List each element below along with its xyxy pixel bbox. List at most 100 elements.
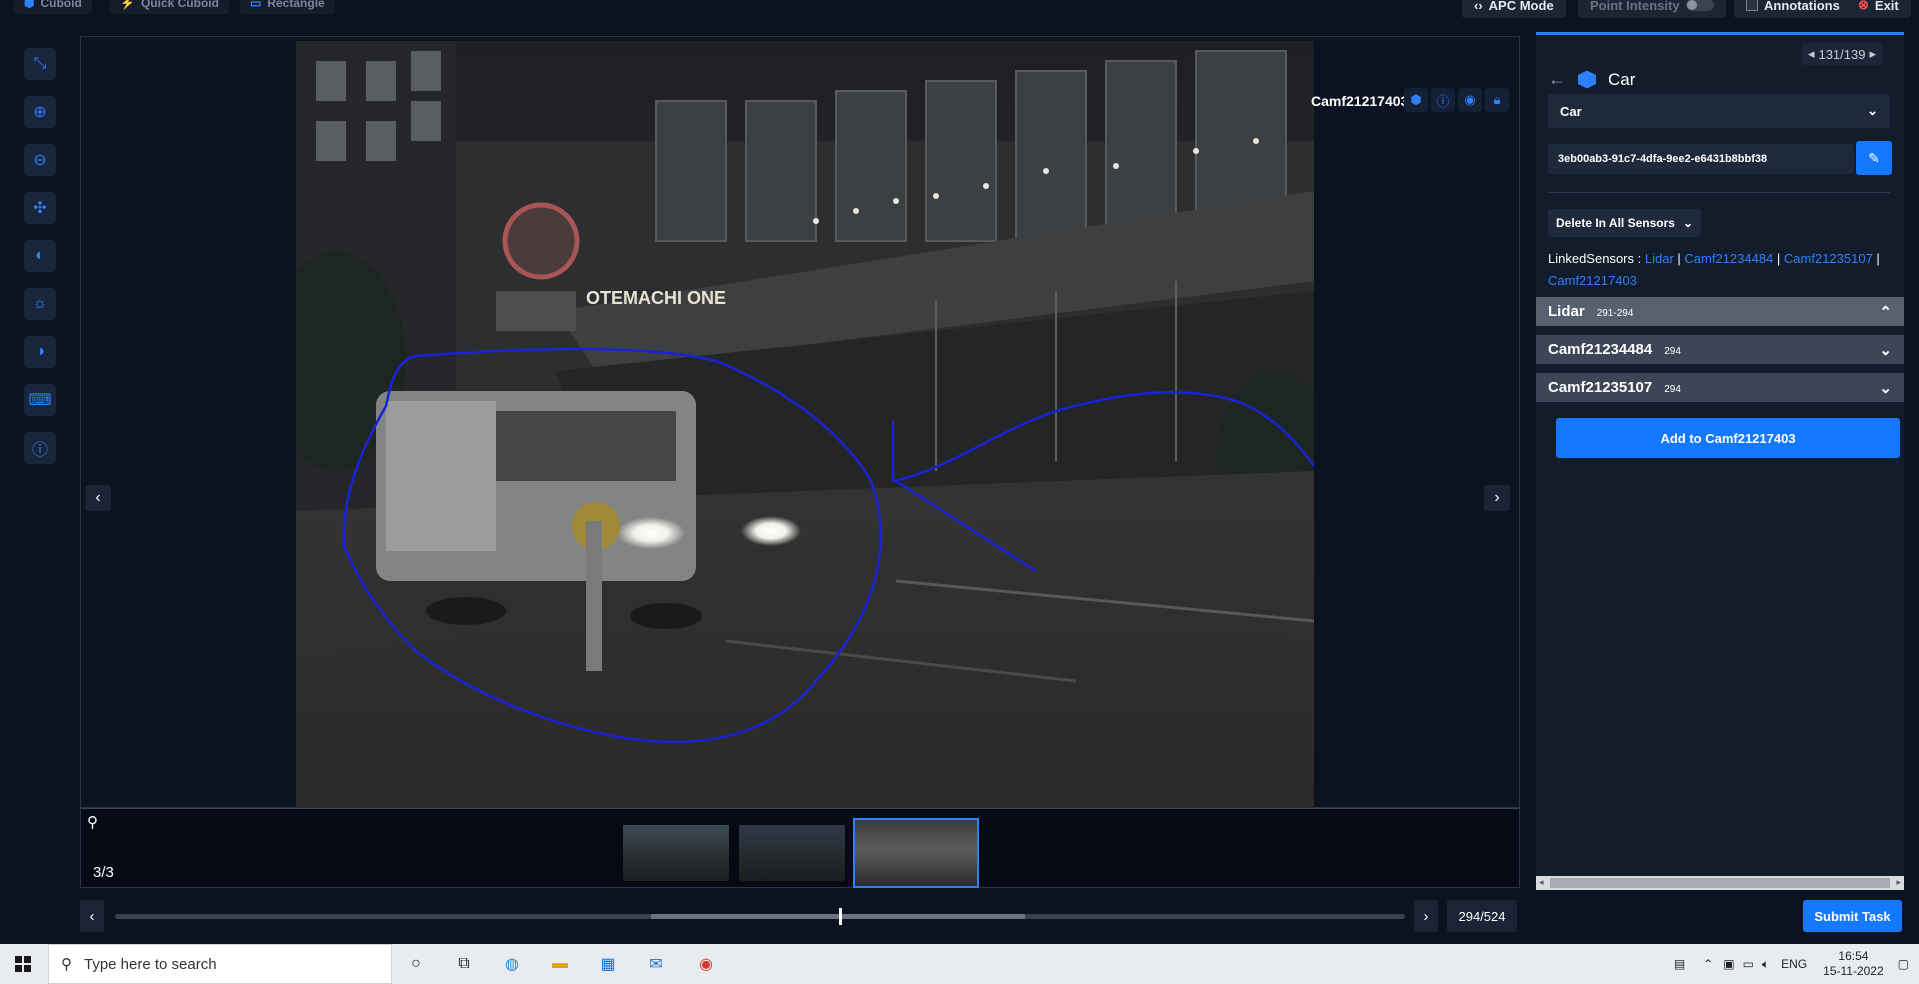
chevron-left-icon: ‹ xyxy=(89,907,95,925)
linked-sensor-link[interactable]: Lidar xyxy=(1645,251,1674,266)
point-intensity-toggle[interactable]: Point Intensity xyxy=(1578,0,1726,18)
back-arrow-icon[interactable]: ← xyxy=(1548,69,1566,90)
zoom-in-icon[interactable]: ⊕ xyxy=(24,96,56,128)
keyboard-icon[interactable]: ⌨ xyxy=(24,384,56,416)
point-intensity-label: Point Intensity xyxy=(1590,0,1680,13)
section-camf21235107[interactable]: Camf21235107 294 ⌄ xyxy=(1536,373,1904,402)
monitor-icon[interactable]: ▭ xyxy=(1743,957,1754,971)
timeline: ‹ › 294/524 xyxy=(80,900,1520,934)
close-circle-icon: ⊗ xyxy=(1858,0,1869,12)
chevron-down-icon: ⌄ xyxy=(1879,341,1892,359)
caret-left-icon[interactable]: ◂ xyxy=(1808,46,1815,62)
caret-right-icon[interactable]: ▸ xyxy=(1869,46,1876,62)
timeline-track[interactable] xyxy=(115,908,1405,925)
speaker-muted-icon[interactable]: 🔈︎ xyxy=(1762,957,1769,972)
add-to-camera-button[interactable]: Add to Camf21217403 xyxy=(1556,418,1900,458)
object-pager: ◂ 131/139 ▸ xyxy=(1801,43,1882,65)
class-select[interactable]: Car ⌄ xyxy=(1548,94,1890,128)
fit-screen-icon[interactable]: ✣ xyxy=(24,192,56,224)
object-id-field[interactable]: 3eb00ab3-91c7-4dfa-9ee2-e6431b8bbf38 xyxy=(1548,144,1854,174)
delete-all-sensors-button[interactable]: Delete In All Sensors ⌄ xyxy=(1548,209,1701,237)
next-image-button[interactable]: › xyxy=(1484,485,1510,511)
panel-horizontal-scrollbar[interactable]: ◂ ▸ xyxy=(1536,876,1904,890)
info-icon[interactable]: ⓘ xyxy=(1431,88,1455,112)
timeline-handle[interactable] xyxy=(838,908,842,925)
chevron-up-icon[interactable]: ⌃ xyxy=(1703,957,1713,971)
os-taskbar: ⚲ Type here to search ○ ⧉ ◍ ▬ ▦ ✉ ◉ ▤ ⌃ … xyxy=(0,944,1919,984)
linked-sensor-link[interactable]: Camf21234484 xyxy=(1684,251,1773,266)
contrast-half-icon[interactable]: ◐ xyxy=(24,240,56,272)
cube-icon[interactable]: ⬢ xyxy=(1404,88,1428,112)
edge-icon[interactable]: ◍ xyxy=(498,952,526,976)
invert-icon[interactable]: ◑ xyxy=(24,336,56,368)
chevron-down-icon: ⌄ xyxy=(1867,103,1878,118)
edit-id-button[interactable]: ✎ xyxy=(1856,141,1892,175)
chevron-down-icon: ⌄ xyxy=(1879,379,1892,397)
magnifier-icon[interactable]: ⚲ xyxy=(87,813,98,831)
chrome-icon[interactable]: ◉ xyxy=(692,952,720,976)
object-class-title: Car xyxy=(1608,69,1636,89)
frame-counter: 3/3 xyxy=(93,864,114,881)
panel-header: ← Car xyxy=(1548,69,1635,90)
section-lidar[interactable]: Lidar 291-294 ⌃ xyxy=(1536,297,1904,326)
windows-logo-icon xyxy=(15,956,31,972)
network-icon[interactable]: ▣ xyxy=(1723,957,1734,971)
timeline-prev-button[interactable]: ‹ xyxy=(80,900,104,932)
taskbar-search[interactable]: ⚲ Type here to search xyxy=(48,944,392,984)
clock[interactable]: 16:54 15-11-2022 xyxy=(1823,949,1884,979)
cortana-icon[interactable]: ○ xyxy=(402,952,430,976)
thumbnail-2[interactable] xyxy=(737,823,847,883)
thumbnail-1[interactable] xyxy=(621,823,731,883)
svg-text:OTEMACHI ONE: OTEMACHI ONE xyxy=(586,288,726,308)
scrollbar-thumb[interactable] xyxy=(1550,878,1890,888)
annotations-toggle[interactable]: Annotations xyxy=(1734,0,1852,18)
section-title: Camf21234484 xyxy=(1548,341,1653,358)
annotations-checkbox[interactable] xyxy=(1746,0,1758,11)
section-range: 294 xyxy=(1664,346,1681,357)
brightness-icon[interactable]: ☼ xyxy=(24,288,56,320)
info-icon[interactable]: ⓘ xyxy=(24,432,56,464)
task-view-icon[interactable]: ⧉ xyxy=(450,952,478,976)
delete-label: Delete In All Sensors xyxy=(1556,216,1675,230)
quick-cuboid-tool-button[interactable]: ⚡ Quick Cuboid xyxy=(110,0,229,14)
frame-position: 294/524 xyxy=(1447,900,1517,932)
caret-left-icon[interactable]: ◂ xyxy=(1539,877,1544,888)
notification-icon[interactable]: ▢ xyxy=(1898,957,1909,971)
apc-mode-label: APC Mode xyxy=(1488,0,1554,13)
section-range: 291-294 xyxy=(1596,308,1634,319)
mail-icon[interactable]: ✉ xyxy=(642,952,670,976)
camera-image[interactable]: OTEMACHI ONE xyxy=(296,41,1314,809)
submit-task-button[interactable]: Submit Task xyxy=(1803,900,1902,932)
windows-start-button[interactable] xyxy=(0,944,46,984)
timeline-next-button[interactable]: › xyxy=(1414,900,1438,932)
cuboid-tool-button[interactable]: ⬢ Cuboid xyxy=(14,0,92,14)
collapse-arrows-icon[interactable]: ⤡ xyxy=(24,48,56,80)
exit-button[interactable]: ⊗ Exit xyxy=(1846,0,1911,18)
language-indicator[interactable]: ENG xyxy=(1781,957,1807,971)
previous-image-button[interactable]: ‹ xyxy=(85,485,111,511)
rectangle-tool-button[interactable]: ▭ Rectangle xyxy=(240,0,335,14)
file-explorer-icon[interactable]: ▬ xyxy=(546,952,574,976)
caret-right-icon[interactable]: ▸ xyxy=(1896,877,1901,888)
chevron-right-icon: › xyxy=(1423,907,1429,925)
thumbnail-3[interactable] xyxy=(853,818,979,888)
lightning-icon: ⚡ xyxy=(120,0,135,10)
news-icon[interactable]: ▤ xyxy=(1674,957,1685,971)
class-select-value: Car xyxy=(1560,103,1582,119)
eye-icon[interactable]: ◉ xyxy=(1458,88,1482,112)
store-icon[interactable]: ▦ xyxy=(594,952,622,976)
divider xyxy=(1548,192,1890,193)
tool-rail: ⤡ ⊕ ⊖ ✣ ◐ ☼ ◑ ⌨ ⓘ xyxy=(0,40,80,890)
linked-sensor-link[interactable]: Camf21217403 xyxy=(1548,273,1637,288)
section-title: Camf21235107 xyxy=(1548,379,1653,396)
zoom-out-icon[interactable]: ⊖ xyxy=(24,144,56,176)
apc-mode-button[interactable]: ‹› APC Mode xyxy=(1462,0,1566,18)
lock-icon[interactable]: 🔒︎ xyxy=(1485,88,1509,112)
linked-sensors: LinkedSensors : Lidar | Camf21234484 | C… xyxy=(1548,251,1880,288)
section-camf21234484[interactable]: Camf21234484 294 ⌄ xyxy=(1536,335,1904,364)
toggle-switch[interactable] xyxy=(1685,0,1714,11)
section-title: Lidar xyxy=(1548,303,1585,320)
rectangle-icon: ▭ xyxy=(250,0,262,10)
pager-text: 131/139 xyxy=(1818,46,1866,62)
linked-sensor-link[interactable]: Camf21235107 xyxy=(1784,251,1873,266)
